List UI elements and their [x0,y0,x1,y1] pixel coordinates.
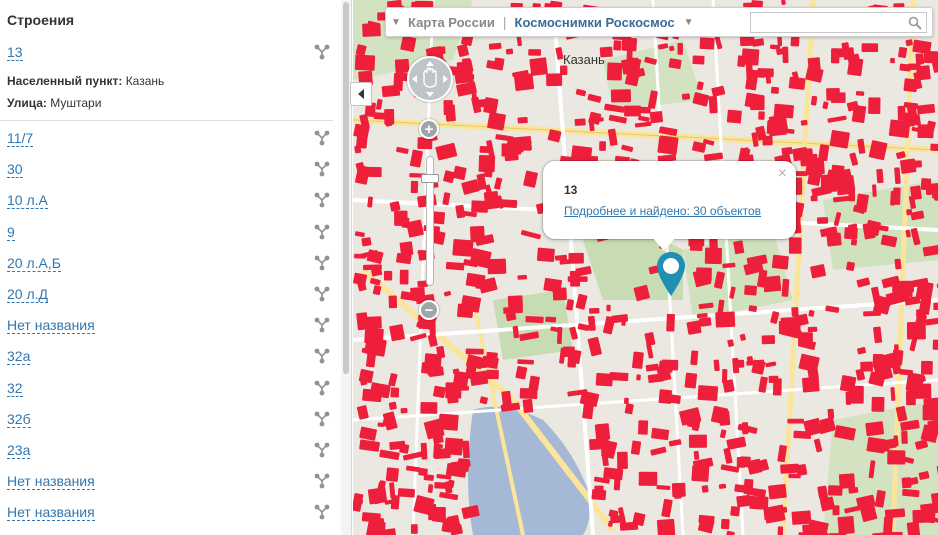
list-item: Нет названия [7,317,340,348]
graph-icon[interactable] [314,130,330,146]
list-item: 32б [7,410,340,442]
building-link[interactable]: 11/7 [7,130,34,147]
building-link[interactable]: 30 [7,161,23,179]
list-item: 20 л.А,Б [7,254,340,286]
graph-icon[interactable] [314,380,330,396]
svg-text:Казань: Казань [563,52,605,67]
list-item: 30 [7,161,340,192]
list-item: 23а [7,441,340,473]
building-link[interactable]: Нет названия [7,473,95,491]
chevron-down-icon[interactable]: ▼ [386,8,406,36]
map-layer-bar: ▼ Карта России | Космоснимки Роскосмос ▼ [385,7,933,37]
popup-details-link[interactable]: Подробнее и найдено: 30 объектов [564,204,761,218]
settlement-label: Населенный пункт: [7,74,123,88]
building-link[interactable]: 20 л.А,Б [7,254,61,272]
plus-icon: + [424,120,434,138]
graph-icon[interactable] [314,286,330,302]
sidebar-scrollbar-thumb[interactable] [343,2,349,374]
list-item: 9 [7,223,340,255]
building-link[interactable]: Нет названия [7,317,95,335]
building-link[interactable]: 9 [7,223,15,241]
list-item: 11/7 [7,130,340,161]
selected-building: 13 [7,44,340,64]
selected-properties: Населенный пункт: Казань Улица: Муштари [7,70,340,114]
graph-icon[interactable] [314,504,330,520]
list-item: 32 [7,379,340,411]
street-label: Улица: [7,96,47,110]
layer-roscosmos[interactable]: Космоснимки Роскосмос [507,15,679,30]
zoom-slider-handle[interactable] [421,174,439,183]
minus-icon: − [424,301,434,319]
graph-icon[interactable] [314,442,330,458]
graph-icon[interactable] [314,255,330,271]
sidebar-title: Строения [7,12,75,28]
settlement-value: Казань [125,74,165,88]
search-icon[interactable] [908,16,922,30]
hand-icon [412,61,448,97]
popup-title: 13 [564,183,578,197]
map-search-input[interactable] [750,12,927,33]
list-item: 20 л.Д [7,285,340,317]
sidebar-content: Строения 13 Населенный пункт: Казань Ули… [0,0,340,535]
building-list: 11/7 30 10 л.А 9 20 л.А,Б 20 л.Д Нет наз… [7,130,340,535]
layer-russia-map[interactable]: Карта России [406,15,503,30]
map-marker-icon[interactable] [655,250,687,298]
arrow-left-icon [358,89,364,99]
street-value: Муштари [50,96,102,110]
graph-icon[interactable] [314,473,330,489]
building-link[interactable]: Нет названия [7,504,95,522]
building-link[interactable]: 32 [7,379,23,397]
building-link[interactable]: 32а [7,348,31,366]
graph-icon[interactable] [314,224,330,240]
building-link[interactable]: 10 л.А [7,192,48,210]
collapse-sidebar-button[interactable] [350,82,372,106]
zoom-out-button[interactable]: − [419,300,439,320]
building-link[interactable]: 32б [7,410,31,428]
sidebar: Строения 13 Населенный пункт: Казань Ули… [0,0,352,535]
list-item: 32а [7,348,340,379]
building-link[interactable]: 20 л.Д [7,285,49,303]
list-item: Нет названия [7,504,340,535]
divider [0,120,333,121]
building-link[interactable]: 23а [7,441,31,459]
popup-tail [652,237,676,251]
selected-building-link[interactable]: 13 [7,44,23,61]
map-popup: 13 Подробнее и найдено: 30 объектов × [543,161,796,239]
graph-icon[interactable] [314,411,330,427]
graph-icon[interactable] [314,44,330,60]
close-icon[interactable]: × [778,165,787,183]
list-item: 10 л.А [7,192,340,223]
chevron-down-icon[interactable]: ▼ [679,8,699,36]
graph-icon[interactable] [314,348,330,364]
list-item: Нет названия [7,473,340,504]
pan-control[interactable] [407,56,453,102]
graph-icon[interactable] [314,317,330,333]
graph-icon[interactable] [314,161,330,177]
graph-icon[interactable] [314,192,330,208]
zoom-in-button[interactable]: + [419,119,439,139]
